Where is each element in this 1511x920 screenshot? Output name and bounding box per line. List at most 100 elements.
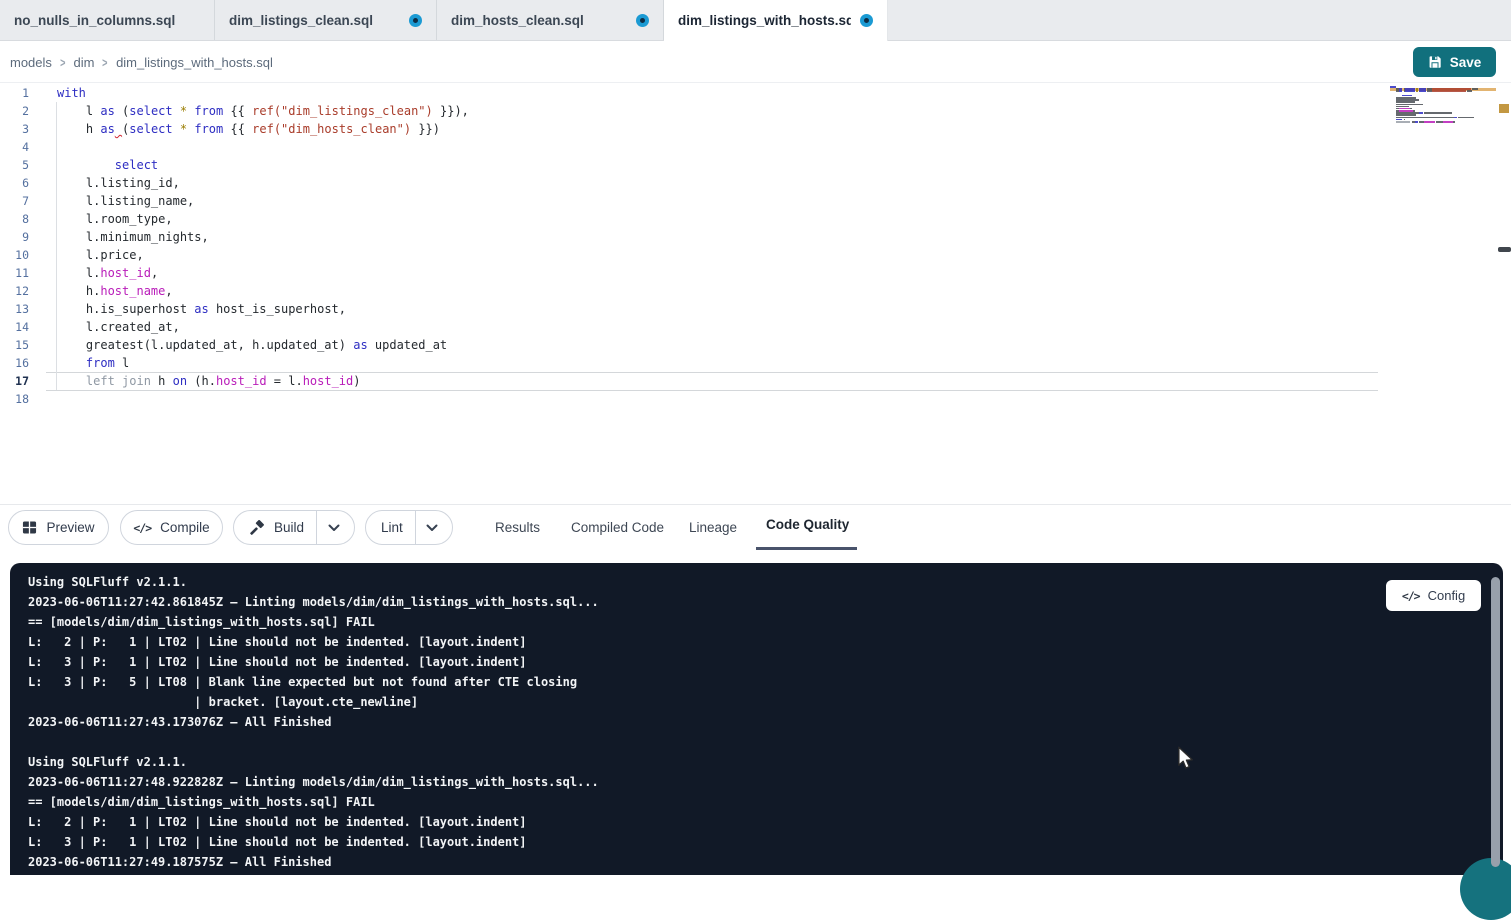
unsaved-changes-icon bbox=[409, 14, 422, 27]
terminal-line: Using SQLFluff v2.1.1. bbox=[28, 752, 599, 772]
code-text: l.listing_id, bbox=[29, 174, 180, 192]
code-text: l.room_type, bbox=[29, 210, 173, 228]
build-label: Build bbox=[274, 520, 304, 535]
line-number: 1 bbox=[0, 84, 29, 102]
terminal-scrollbar[interactable] bbox=[1491, 577, 1500, 867]
code-text: l.listing_name, bbox=[29, 192, 194, 210]
code-line[interactable]: 6 l.listing_id, bbox=[0, 174, 469, 192]
chevron-down-icon bbox=[328, 524, 340, 532]
code-editor[interactable]: 1with2 l as (select * from {{ ref("dim_l… bbox=[0, 83, 1511, 505]
tab-dim-hosts-clean[interactable]: dim_hosts_clean.sql bbox=[437, 0, 664, 40]
code-lines: 1with2 l as (select * from {{ ref("dim_l… bbox=[0, 84, 469, 408]
code-text: l.price, bbox=[29, 246, 144, 264]
tab-label: dim_listings_clean.sql bbox=[229, 13, 373, 28]
lint-dropdown-button[interactable] bbox=[415, 511, 449, 544]
tab-dim-listings-clean[interactable]: dim_listings_clean.sql bbox=[215, 0, 437, 40]
tab-lineage[interactable]: Lineage bbox=[689, 505, 737, 550]
terminal-line: 2023-06-06T11:27:43.173076Z — All Finish… bbox=[28, 712, 599, 732]
tab-label: dim_hosts_clean.sql bbox=[451, 13, 584, 28]
terminal-line: L: 2 | P: 1 | LT02 | Line should not be … bbox=[28, 812, 599, 832]
code-line[interactable]: 9 l.minimum_nights, bbox=[0, 228, 469, 246]
line-number: 5 bbox=[0, 156, 29, 174]
minimap[interactable] bbox=[1390, 86, 1496, 125]
line-number: 13 bbox=[0, 300, 29, 318]
tab-label: Results bbox=[495, 520, 540, 535]
code-line[interactable]: 5 select bbox=[0, 156, 469, 174]
code-line[interactable]: 8 l.room_type, bbox=[0, 210, 469, 228]
code-line[interactable]: 13 h.is_superhost as host_is_superhost, bbox=[0, 300, 469, 318]
overview-ruler-warning-marker bbox=[1499, 104, 1509, 113]
tab-label: dim_listings_with_hosts.sql bbox=[678, 13, 851, 28]
tab-no-nulls-in-columns[interactable]: no_nulls_in_columns.sql bbox=[0, 0, 215, 40]
code-text bbox=[29, 138, 57, 156]
code-line[interactable]: 3 h as (select * from {{ ref("dim_hosts_… bbox=[0, 120, 469, 138]
terminal-line: 2023-06-06T11:27:42.861845Z — Linting mo… bbox=[28, 592, 599, 612]
lint-button[interactable]: Lint bbox=[366, 511, 415, 544]
help-fab[interactable] bbox=[1460, 858, 1511, 920]
line-number: 7 bbox=[0, 192, 29, 210]
tab-dim-listings-with-hosts[interactable]: dim_listings_with_hosts.sql bbox=[664, 0, 888, 41]
breadcrumb-item-file: dim_listings_with_hosts.sql bbox=[116, 55, 273, 70]
build-split-button: Build bbox=[233, 510, 355, 545]
editor-scrollbar-marker[interactable] bbox=[1498, 247, 1511, 252]
config-label: Config bbox=[1428, 588, 1466, 603]
terminal-line: 2023-06-06T11:27:49.187575Z — All Finish… bbox=[28, 852, 599, 872]
lint-label: Lint bbox=[381, 520, 403, 535]
code-line[interactable]: 12 h.host_name, bbox=[0, 282, 469, 300]
code-line[interactable]: 4 bbox=[0, 138, 469, 156]
code-text: h.is_superhost as host_is_superhost, bbox=[29, 300, 346, 318]
terminal-line: Using SQLFluff v2.1.1. bbox=[28, 572, 599, 592]
code-line[interactable]: 14 l.created_at, bbox=[0, 318, 469, 336]
save-label: Save bbox=[1450, 55, 1482, 70]
code-line[interactable]: 16 from l bbox=[0, 354, 469, 372]
code-text: greatest(l.updated_at, h.updated_at) as … bbox=[29, 336, 447, 354]
breadcrumb-item-models[interactable]: models bbox=[10, 55, 52, 70]
compile-label: Compile bbox=[160, 520, 210, 535]
line-number: 16 bbox=[0, 354, 29, 372]
code-line[interactable]: 2 l as (select * from {{ ref("dim_listin… bbox=[0, 102, 469, 120]
chevron-down-icon bbox=[426, 524, 438, 532]
code-text: from l bbox=[29, 354, 129, 372]
code-line[interactable]: 1with bbox=[0, 84, 469, 102]
compile-button[interactable]: </> Compile bbox=[120, 510, 223, 545]
terminal-output: Using SQLFluff v2.1.1.2023-06-06T11:27:4… bbox=[28, 572, 599, 872]
file-header-bar: models > dim > dim_listings_with_hosts.s… bbox=[0, 41, 1511, 83]
breadcrumb-item-dim[interactable]: dim bbox=[74, 55, 95, 70]
code-icon: </> bbox=[1402, 589, 1420, 603]
terminal-line: == [models/dim/dim_listings_with_hosts.s… bbox=[28, 792, 599, 812]
code-line[interactable]: 11 l.host_id, bbox=[0, 264, 469, 282]
build-button[interactable]: Build bbox=[234, 511, 316, 544]
config-button[interactable]: </> Config bbox=[1386, 580, 1481, 611]
code-line[interactable]: 17 left join h on (h.host_id = l.host_id… bbox=[0, 372, 469, 390]
unsaved-changes-icon bbox=[860, 14, 873, 27]
code-line[interactable]: 15 greatest(l.updated_at, h.updated_at) … bbox=[0, 336, 469, 354]
active-tab-underline bbox=[756, 547, 857, 550]
code-text: l as (select * from {{ ref("dim_listings… bbox=[29, 102, 469, 120]
line-number: 11 bbox=[0, 264, 29, 282]
tab-compiled-code[interactable]: Compiled Code bbox=[571, 505, 664, 550]
line-number: 4 bbox=[0, 138, 29, 156]
code-text: h.host_name, bbox=[29, 282, 173, 300]
terminal-line: L: 3 | P: 5 | LT08 | Blank line expected… bbox=[28, 672, 599, 692]
action-toolbar: Preview </> Compile Build Lint bbox=[0, 505, 1511, 550]
build-dropdown-button[interactable] bbox=[316, 511, 350, 544]
line-number: 3 bbox=[0, 120, 29, 138]
save-button[interactable]: Save bbox=[1413, 47, 1496, 77]
code-text: left join h on (h.host_id = l.host_id) bbox=[29, 372, 361, 390]
code-line[interactable]: 7 l.listing_name, bbox=[0, 192, 469, 210]
line-number: 6 bbox=[0, 174, 29, 192]
code-line[interactable]: 10 l.price, bbox=[0, 246, 469, 264]
code-text: h as (select * from {{ ref("dim_hosts_cl… bbox=[29, 120, 440, 138]
preview-button[interactable]: Preview bbox=[8, 510, 109, 545]
line-number: 17 bbox=[0, 372, 29, 390]
code-text: select bbox=[29, 156, 158, 174]
code-line[interactable]: 18 bbox=[0, 390, 469, 408]
chevron-right-icon: > bbox=[60, 55, 65, 70]
tab-results[interactable]: Results bbox=[495, 505, 540, 550]
terminal-line bbox=[28, 732, 599, 752]
tab-label: no_nulls_in_columns.sql bbox=[14, 13, 175, 28]
tab-label: Compiled Code bbox=[571, 520, 664, 535]
tab-code-quality[interactable]: Code Quality bbox=[766, 502, 849, 547]
code-text bbox=[29, 390, 57, 408]
terminal-line: | bracket. [layout.cte_newline] bbox=[28, 692, 599, 712]
